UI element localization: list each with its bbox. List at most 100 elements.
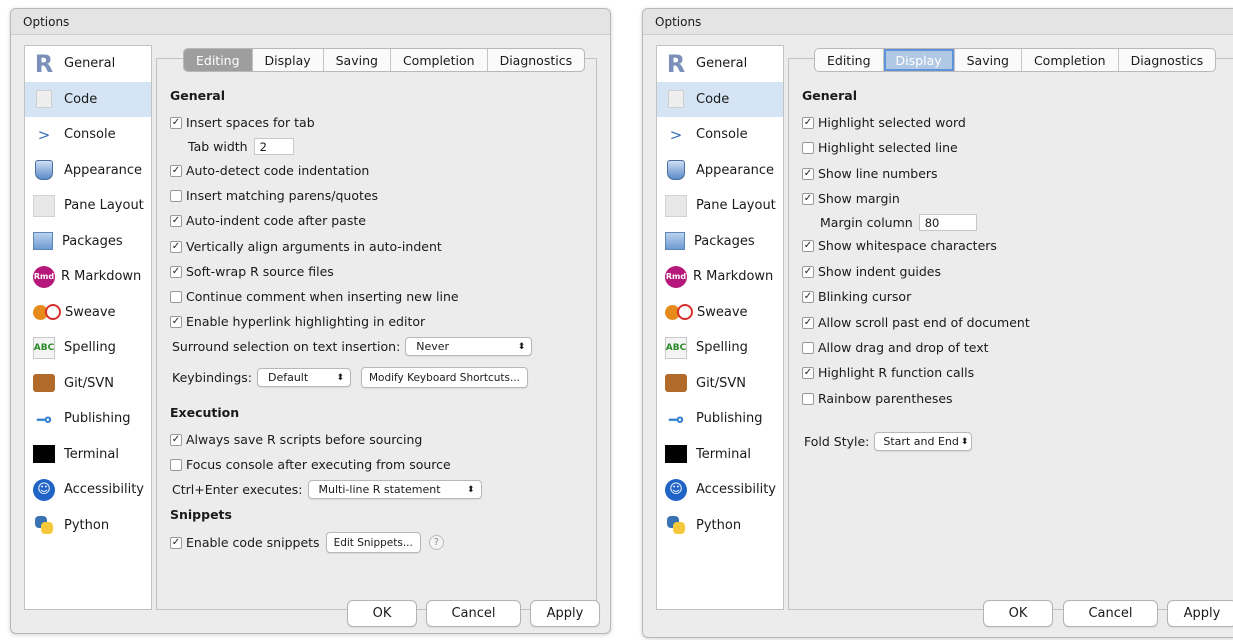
highlight-r-calls-option[interactable]: ✓ Highlight R function calls xyxy=(802,365,974,380)
margin-column-input[interactable]: 80 xyxy=(918,214,977,231)
show-indent-guides-option[interactable]: ✓ Show indent guides xyxy=(802,264,941,279)
rainbow-parentheses-option[interactable]: Rainbow parentheses xyxy=(802,391,953,406)
sidebar-item-python[interactable]: Python xyxy=(25,508,151,544)
sidebar-item-code[interactable]: Code xyxy=(657,81,783,117)
blinking-cursor-option[interactable]: ✓ Blinking cursor xyxy=(802,289,911,304)
tab-saving[interactable]: Saving xyxy=(955,49,1022,71)
help-icon[interactable]: ? xyxy=(428,535,444,550)
apply-button[interactable]: Apply xyxy=(530,600,600,627)
sidebar-item-rmarkdown[interactable]: Rmd R Markdown xyxy=(657,259,783,295)
show-whitespace-option[interactable]: ✓ Show whitespace characters xyxy=(802,238,997,253)
keybindings-select[interactable]: Default ⬍ xyxy=(256,368,351,387)
sidebar-item-code[interactable]: Code xyxy=(25,81,151,117)
sidebar-item-sweave[interactable]: Sweave xyxy=(25,295,151,331)
sidebar-item-terminal[interactable]: Terminal xyxy=(25,437,151,473)
section-snippets: Snippets xyxy=(170,507,232,522)
tab-saving[interactable]: Saving xyxy=(324,49,391,71)
ok-button[interactable]: OK xyxy=(983,600,1053,627)
sidebar-item-spelling[interactable]: ABC Spelling xyxy=(25,330,151,366)
enable-snippets-option[interactable]: ✓ Enable code snippets Edit Snippets...? xyxy=(170,532,444,553)
sidebar-item-console[interactable]: > Console xyxy=(657,117,783,153)
tab-width-input[interactable]: 2 xyxy=(253,138,294,155)
checkbox[interactable]: ✓ xyxy=(802,192,814,205)
sweave-icon xyxy=(665,301,695,323)
show-line-numbers-option[interactable]: ✓ Show line numbers xyxy=(802,166,938,181)
checkbox[interactable]: ✓ xyxy=(170,240,182,253)
checkbox[interactable]: ✓ xyxy=(170,265,182,278)
sidebar-item-spelling[interactable]: ABC Spelling xyxy=(657,330,783,366)
checkbox[interactable]: ✓ xyxy=(170,116,182,129)
checkbox[interactable]: ✓ xyxy=(802,265,814,278)
show-margin-option[interactable]: ✓ Show margin xyxy=(802,191,900,206)
tab-completion[interactable]: Completion xyxy=(1022,49,1119,71)
checkbox[interactable]: ✓ xyxy=(170,315,182,328)
checkbox[interactable] xyxy=(170,290,182,303)
checkbox[interactable]: ✓ xyxy=(802,316,814,329)
sidebar-item-accessibility[interactable]: ☺ Accessibility xyxy=(657,472,783,508)
auto-indent-option[interactable]: ✓ Auto-indent code after paste xyxy=(170,213,366,228)
always-save-option[interactable]: ✓ Always save R scripts before sourcing xyxy=(170,432,422,447)
soft-wrap-option[interactable]: ✓ Soft-wrap R source files xyxy=(170,264,334,279)
sidebar-item-general[interactable]: R General xyxy=(657,46,783,82)
sidebar-item-appearance[interactable]: Appearance xyxy=(25,153,151,189)
tab-diagnostics[interactable]: Diagnostics xyxy=(488,49,585,71)
sidebar-item-publishing[interactable]: ⊸ Publishing xyxy=(657,401,783,437)
sidebar-item-packages[interactable]: Packages xyxy=(657,224,783,260)
checkbox[interactable]: ✓ xyxy=(802,116,814,129)
spelling-icon: ABC xyxy=(665,336,687,359)
sidebar-item-git-svn[interactable]: Git/SVN xyxy=(25,366,151,402)
enable-hyperlink-option[interactable]: ✓ Enable hyperlink highlighting in editor xyxy=(170,314,425,329)
focus-console-option[interactable]: Focus console after executing from sourc… xyxy=(170,457,451,472)
fold-style-select[interactable]: Start and End ⬍ xyxy=(874,432,973,451)
tab-diagnostics[interactable]: Diagnostics xyxy=(1119,49,1216,71)
highlight-line-option[interactable]: Highlight selected line xyxy=(802,140,958,155)
vertically-align-option[interactable]: ✓ Vertically align arguments in auto-inde… xyxy=(170,239,442,254)
ctrl-enter-select[interactable]: Multi-line R statement ⬍ xyxy=(307,480,482,499)
sidebar-item-publishing[interactable]: ⊸ Publishing xyxy=(25,401,151,437)
sidebar-item-accessibility[interactable]: ☺ Accessibility xyxy=(25,472,151,508)
continue-comment-option[interactable]: Continue comment when inserting new line xyxy=(170,289,459,304)
sidebar-item-console[interactable]: > Console xyxy=(25,117,151,153)
checkbox[interactable]: ✓ xyxy=(802,239,814,252)
cancel-button[interactable]: Cancel xyxy=(426,600,521,627)
auto-detect-option[interactable]: ✓ Auto-detect code indentation xyxy=(170,163,369,178)
edit-snippets-button[interactable]: Edit Snippets... xyxy=(325,532,421,553)
checkbox[interactable] xyxy=(170,458,182,471)
checkbox[interactable]: ✓ xyxy=(802,290,814,303)
sidebar-item-rmarkdown[interactable]: Rmd R Markdown xyxy=(25,259,151,295)
insert-spaces-option[interactable]: ✓ Insert spaces for tab xyxy=(170,115,315,130)
checkbox[interactable] xyxy=(802,141,814,154)
sidebar-item-general[interactable]: R General xyxy=(25,46,151,82)
checkbox[interactable] xyxy=(170,189,182,202)
tab-display[interactable]: Display xyxy=(883,49,955,71)
sidebar-item-git-svn[interactable]: Git/SVN xyxy=(657,366,783,402)
sidebar-item-terminal[interactable]: Terminal xyxy=(657,437,783,473)
surround-selection-select[interactable]: Never ⬍ xyxy=(405,337,533,356)
ok-button[interactable]: OK xyxy=(347,600,417,627)
checkbox[interactable] xyxy=(802,341,814,354)
checkbox[interactable]: ✓ xyxy=(170,164,182,177)
checkbox[interactable]: ✓ xyxy=(802,366,814,379)
tab-completion[interactable]: Completion xyxy=(391,49,488,71)
apply-button[interactable]: Apply xyxy=(1167,600,1233,627)
tab-editing[interactable]: Editing xyxy=(815,49,884,71)
checkbox[interactable]: ✓ xyxy=(170,214,182,227)
checkbox[interactable]: ✓ xyxy=(802,167,814,180)
tab-display[interactable]: Display xyxy=(253,49,324,71)
modify-shortcuts-button[interactable]: Modify Keyboard Shortcuts... xyxy=(360,367,529,388)
checkbox[interactable] xyxy=(802,392,814,405)
cancel-button[interactable]: Cancel xyxy=(1063,600,1158,627)
sidebar-item-pane-layout[interactable]: Pane Layout xyxy=(657,188,783,224)
checkbox[interactable]: ✓ xyxy=(170,433,182,446)
sidebar-item-sweave[interactable]: Sweave xyxy=(657,295,783,331)
checkbox[interactable]: ✓ xyxy=(170,536,182,549)
allow-scroll-option[interactable]: ✓ Allow scroll past end of document xyxy=(802,315,1030,330)
insert-matching-option[interactable]: Insert matching parens/quotes xyxy=(170,188,378,203)
sidebar-item-pane-layout[interactable]: Pane Layout xyxy=(25,188,151,224)
highlight-word-option[interactable]: ✓ Highlight selected word xyxy=(802,115,966,130)
allow-drag-option[interactable]: Allow drag and drop of text xyxy=(802,340,989,355)
sidebar-item-packages[interactable]: Packages xyxy=(25,224,151,260)
sidebar-item-appearance[interactable]: Appearance xyxy=(657,153,783,189)
tab-editing[interactable]: Editing xyxy=(184,49,253,71)
sidebar-item-python[interactable]: Python xyxy=(657,508,783,544)
